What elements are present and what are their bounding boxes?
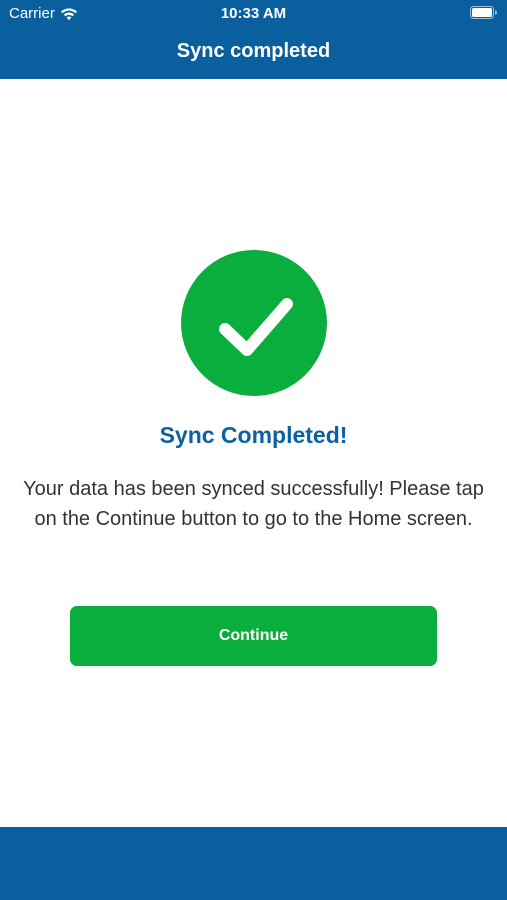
sync-completed-screen: Carrier 10:33 AM Sync completed Sync Com… — [0, 0, 507, 900]
status-bar: Carrier 10:33 AM — [0, 0, 507, 28]
status-time: 10:33 AM — [220, 5, 287, 22]
success-message: Your data has been synced successfully! … — [23, 478, 484, 530]
bottom-bar — [0, 827, 507, 900]
continue-button[interactable]: Continue — [70, 606, 437, 666]
top-bar: Carrier 10:33 AM Sync completed — [0, 0, 507, 79]
battery-full-icon — [470, 6, 497, 19]
success-heading: Sync Completed! — [159, 422, 348, 448]
continue-button-label: Continue — [218, 627, 289, 644]
page-title: Sync completed — [176, 40, 331, 62]
check-circle-icon — [181, 250, 327, 396]
